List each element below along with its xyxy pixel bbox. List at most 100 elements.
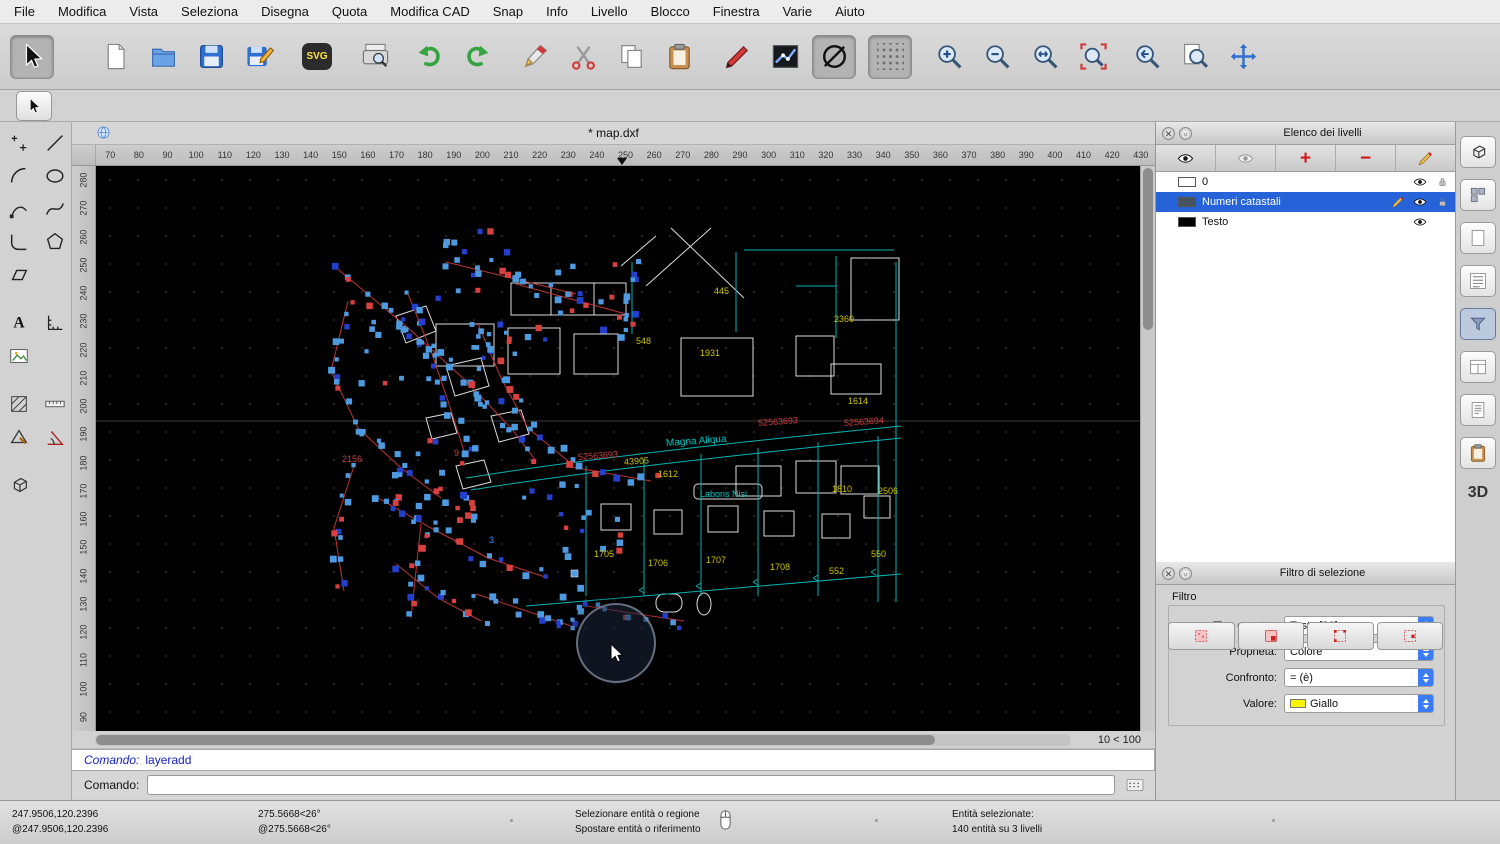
panel-clipboard-button[interactable] — [1460, 437, 1496, 469]
menu-item-blocco[interactable]: Blocco — [651, 4, 690, 19]
menu-item-livello[interactable]: Livello — [591, 4, 628, 19]
cut-button[interactable] — [562, 36, 604, 78]
menu-item-quota[interactable]: Quota — [332, 4, 367, 19]
layer-row-0[interactable]: 0 — [1156, 172, 1455, 192]
point-tool-button[interactable] — [3, 128, 35, 158]
arc-tool-button[interactable] — [3, 161, 35, 191]
filter-subtract-selection-button[interactable] — [1307, 622, 1374, 650]
polygon-tool-button[interactable] — [39, 227, 71, 257]
pen-tool-button[interactable] — [3, 194, 35, 224]
image-tool-button[interactable] — [3, 341, 35, 371]
layer-edit-icon[interactable] — [1390, 195, 1406, 209]
command-input[interactable] — [147, 775, 1115, 795]
hruler-tick-label: 220 — [525, 145, 554, 165]
pointer-mode-button[interactable] — [16, 91, 52, 121]
ellipse-tool-button[interactable] — [39, 161, 71, 191]
pan-button[interactable] — [1222, 36, 1264, 78]
drawing-canvas[interactable]: 4452360548193116145256369352563694525636… — [96, 166, 1140, 731]
menu-item-disegna[interactable]: Disegna — [261, 4, 309, 19]
angle-dim-tool-button[interactable] — [39, 422, 71, 452]
panel-notes-button[interactable] — [1460, 394, 1496, 426]
undo-button[interactable] — [408, 36, 450, 78]
redo-button[interactable] — [456, 36, 498, 78]
filter-clear-selection-button[interactable] — [1377, 622, 1444, 650]
parallelogram-tool-button[interactable] — [3, 260, 35, 290]
zoom-region-button[interactable] — [1072, 36, 1114, 78]
menu-item-finestra[interactable]: Finestra — [713, 4, 760, 19]
layer-visibility-icon[interactable] — [1412, 175, 1428, 189]
plot-style-button[interactable] — [764, 36, 806, 78]
zoom-previous-button[interactable] — [1126, 36, 1168, 78]
export-svg-button[interactable]: SVG — [296, 36, 338, 78]
text-tool-button[interactable]: A — [3, 308, 35, 338]
grid-toggle-button[interactable] — [868, 35, 912, 79]
hatch-tool-button[interactable] — [3, 389, 35, 419]
vertical-scrollbar[interactable] — [1140, 166, 1155, 731]
layer-lock-icon[interactable] — [1434, 175, 1450, 189]
menu-item-varie[interactable]: Varie — [783, 4, 812, 19]
new-file-button[interactable] — [94, 36, 136, 78]
menu-item-modifica-cad[interactable]: Modifica CAD — [390, 4, 469, 19]
menu-item-snap[interactable]: Snap — [493, 4, 523, 19]
line-tool-button[interactable] — [39, 128, 71, 158]
filter-add-selection-button[interactable] — [1238, 622, 1305, 650]
panel-sheet-button[interactable] — [1460, 222, 1496, 254]
shape-tool-button[interactable] — [3, 422, 35, 452]
menu-item-modifica[interactable]: Modifica — [58, 4, 106, 19]
save-as-button[interactable] — [238, 36, 280, 78]
zoom-fit-button[interactable] — [1024, 36, 1066, 78]
panel-3d-views-button[interactable] — [1460, 136, 1496, 168]
menu-item-seleziona[interactable]: Seleziona — [181, 4, 238, 19]
save-button[interactable] — [190, 36, 232, 78]
layer-visibility-icon[interactable] — [1412, 195, 1428, 209]
panel-views-button[interactable] — [1460, 351, 1496, 383]
horizontal-scrollbar-track[interactable] — [95, 734, 1071, 746]
vertical-scrollbar-thumb[interactable] — [1143, 168, 1153, 330]
layer-visibility-icon[interactable] — [1412, 215, 1428, 229]
zoom-out-button[interactable] — [976, 36, 1018, 78]
marker-tool-button[interactable] — [716, 36, 758, 78]
vruler-tick-label: 200 — [69, 395, 97, 418]
collapse-panel-icon[interactable]: ▫ — [1179, 567, 1192, 580]
collapse-panel-icon[interactable]: ▫ — [1179, 127, 1192, 140]
zoom-find-button[interactable] — [1174, 36, 1216, 78]
layer-row-numeri-catastali[interactable]: Numeri catastali — [1156, 192, 1455, 212]
corner-dim-tool-button[interactable] — [39, 308, 71, 338]
keypad-button[interactable] — [1123, 775, 1147, 795]
zoom-in-button[interactable] — [928, 36, 970, 78]
layer-row-testo[interactable]: Testo — [1156, 212, 1455, 232]
erase-button[interactable] — [514, 36, 556, 78]
spline-tool-button[interactable] — [39, 194, 71, 224]
edit-layer-button[interactable] — [1396, 145, 1455, 171]
filter-combo-valore[interactable]: Giallo — [1284, 694, 1434, 713]
ruler-tool-button[interactable] — [39, 389, 71, 419]
hide-all-layers-button[interactable] — [1216, 145, 1276, 171]
layer-lock-icon[interactable] — [1434, 195, 1450, 209]
menu-item-file[interactable]: File — [14, 4, 35, 19]
menu-item-info[interactable]: Info — [546, 4, 568, 19]
fillet-tool-button[interactable] — [3, 227, 35, 257]
filter-combo-confronto[interactable]: = (è) — [1284, 668, 1434, 687]
horizontal-scrollbar-thumb[interactable] — [96, 735, 935, 745]
filter-select-button[interactable] — [1168, 622, 1235, 650]
add-layer-button[interactable]: + — [1276, 145, 1336, 171]
panel-layers-button[interactable] — [1460, 265, 1496, 297]
copy-button[interactable] — [610, 36, 652, 78]
select-tool-button[interactable] — [10, 35, 54, 79]
print-preview-button[interactable] — [354, 36, 396, 78]
map-text-label: 2360 — [834, 314, 854, 324]
open-file-button[interactable] — [142, 36, 184, 78]
panel-blocks-button[interactable] — [1460, 179, 1496, 211]
panel-filter-button[interactable] — [1460, 308, 1496, 340]
menu-item-aiuto[interactable]: Aiuto — [835, 4, 865, 19]
combo-stepper-icon[interactable] — [1418, 695, 1433, 712]
menu-item-vista[interactable]: Vista — [129, 4, 158, 19]
cube-3d-tool-button[interactable] — [3, 470, 35, 500]
close-panel-icon[interactable]: ✕ — [1162, 127, 1175, 140]
remove-layer-button[interactable]: − — [1336, 145, 1396, 171]
paste-button[interactable] — [658, 36, 700, 78]
combo-stepper-icon[interactable] — [1418, 669, 1433, 686]
null-selection-button[interactable] — [812, 35, 856, 79]
close-panel-icon[interactable]: ✕ — [1162, 567, 1175, 580]
show-all-layers-button[interactable] — [1156, 145, 1216, 171]
